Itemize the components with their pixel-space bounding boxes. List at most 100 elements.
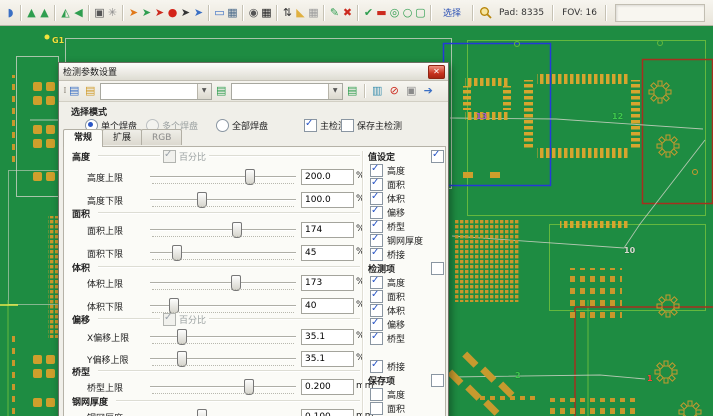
checkbox-icon[interactable]: [370, 234, 383, 247]
remove-icon[interactable]: ▬: [375, 1, 388, 25]
dialog-titlebar[interactable]: 检测参数设置 ✕: [59, 63, 448, 81]
slider-track[interactable]: [150, 378, 296, 396]
cone-icon[interactable]: ◀: [72, 1, 85, 25]
value-input[interactable]: [301, 192, 354, 208]
nav-half-icon[interactable]: ◗: [4, 1, 17, 25]
component-icon[interactable]: ▢: [414, 1, 427, 25]
checkbox-icon[interactable]: [304, 119, 317, 132]
group-item[interactable]: 桥型: [368, 331, 444, 345]
template-combo-2[interactable]: ▼: [231, 83, 343, 100]
checkbox-icon[interactable]: [163, 313, 176, 326]
group-master-checkbox[interactable]: [431, 262, 444, 275]
pin-red-icon[interactable]: ➤: [153, 1, 166, 25]
delete-icon[interactable]: ✖: [341, 1, 354, 25]
chart-icon[interactable]: ▥: [371, 82, 384, 100]
target-icon[interactable]: ◎: [388, 1, 401, 25]
slider-thumb[interactable]: [232, 222, 242, 238]
chevron-down-icon[interactable]: ▼: [328, 84, 342, 99]
save-icon[interactable]: ▣: [405, 82, 418, 100]
pad-mode-radio[interactable]: 全部焊盘: [216, 118, 268, 132]
checkbox-icon[interactable]: [370, 276, 383, 289]
checkbox-icon[interactable]: [370, 304, 383, 317]
checkbox-icon[interactable]: [370, 360, 383, 373]
group-item[interactable]: 偏移: [368, 205, 444, 219]
circle-icon[interactable]: ○: [401, 1, 414, 25]
checkbox-icon[interactable]: [163, 150, 176, 163]
tab-扩展[interactable]: 扩展: [102, 129, 142, 145]
mode-checkbox[interactable]: 保存主检测: [341, 118, 402, 132]
group-master-checkbox[interactable]: [431, 150, 444, 163]
slider-thumb[interactable]: [244, 379, 254, 395]
tab-RGB[interactable]: RGB: [141, 129, 182, 145]
value-input[interactable]: [301, 245, 354, 261]
slider-track[interactable]: [150, 168, 296, 186]
value-input[interactable]: [301, 298, 354, 314]
group-item[interactable]: 体积: [368, 303, 444, 317]
tools-icon[interactable]: ✳: [106, 1, 119, 25]
select-mode-button[interactable]: 选择: [443, 6, 461, 19]
slider-thumb[interactable]: [245, 169, 255, 185]
apply-template1-icon[interactable]: ▤: [215, 82, 228, 100]
slider-track[interactable]: [150, 328, 296, 346]
sort-az-icon[interactable]: ⇅: [281, 1, 294, 25]
grid-icon[interactable]: ▦: [260, 1, 273, 25]
slider-thumb[interactable]: [197, 192, 207, 208]
value-input[interactable]: [301, 169, 354, 185]
slider-track[interactable]: [150, 408, 296, 416]
slider-thumb[interactable]: [177, 329, 187, 345]
disable-icon[interactable]: ⊘: [388, 82, 401, 100]
group-item[interactable]: 面积: [368, 289, 444, 303]
checkbox-icon[interactable]: [370, 332, 383, 345]
camera-icon[interactable]: ◉: [247, 1, 260, 25]
measure-b-icon[interactable]: ▲: [38, 1, 51, 25]
group-item[interactable]: 面积: [368, 177, 444, 191]
slider-thumb[interactable]: [172, 245, 182, 261]
checkbox-icon[interactable]: [370, 290, 383, 303]
checkbox-icon[interactable]: [370, 388, 383, 401]
group-item[interactable]: 面积: [368, 401, 444, 415]
checkbox-icon[interactable]: [370, 248, 383, 261]
value-input[interactable]: [301, 222, 354, 238]
tab-常规[interactable]: 常规: [63, 129, 103, 147]
checkbox-icon[interactable]: [370, 192, 383, 205]
prism-icon[interactable]: ◭: [59, 1, 72, 25]
value-input[interactable]: [301, 329, 354, 345]
checkbox-icon[interactable]: [370, 318, 383, 331]
close-icon[interactable]: ✕: [428, 65, 445, 79]
checkbox-icon[interactable]: [370, 178, 383, 191]
edit-chart-icon[interactable]: ✎: [328, 1, 341, 25]
group-item[interactable]: 体积: [368, 191, 444, 205]
chevron-down-icon[interactable]: ▼: [197, 84, 211, 99]
table-icon[interactable]: ▦: [226, 1, 239, 25]
pin-black-icon[interactable]: ➤: [179, 1, 192, 25]
group-item[interactable]: 偏移: [368, 317, 444, 331]
value-input[interactable]: [301, 379, 354, 395]
slider-thumb[interactable]: [231, 275, 241, 291]
group-item[interactable]: 桥接: [368, 247, 444, 261]
apply-icon[interactable]: ✔: [362, 1, 375, 25]
ruler-triangle-icon[interactable]: ◣: [294, 1, 307, 25]
pin-orange-icon[interactable]: ➤: [127, 1, 140, 25]
slider-track[interactable]: [150, 244, 296, 262]
group-item[interactable]: 桥接: [368, 359, 444, 373]
measure-a-icon[interactable]: ▲: [25, 1, 38, 25]
value-input[interactable]: [301, 275, 354, 291]
toolbar-drag-handle[interactable]: ⁞⁞: [63, 86, 65, 96]
checkbox-icon[interactable]: [370, 206, 383, 219]
image-icon[interactable]: ▣: [93, 1, 106, 25]
checkbox-icon[interactable]: [370, 220, 383, 233]
group-item[interactable]: 桥型: [368, 219, 444, 233]
checkbox-icon[interactable]: [370, 402, 383, 415]
group-item[interactable]: 高度: [368, 387, 444, 401]
pin-blue-icon[interactable]: ➤: [192, 1, 205, 25]
location-pin-icon[interactable]: ●: [166, 1, 179, 25]
zoom-icon[interactable]: [479, 6, 492, 19]
group-item[interactable]: 高度: [368, 163, 444, 177]
checkbox-icon[interactable]: [341, 119, 354, 132]
group-item[interactable]: 高度: [368, 275, 444, 289]
slider-track[interactable]: [150, 274, 296, 292]
save-params-icon[interactable]: ▤: [84, 82, 97, 100]
pin-green-icon[interactable]: ➤: [140, 1, 153, 25]
load-params-icon[interactable]: ▤: [68, 82, 81, 100]
group-master-checkbox[interactable]: [431, 374, 444, 387]
